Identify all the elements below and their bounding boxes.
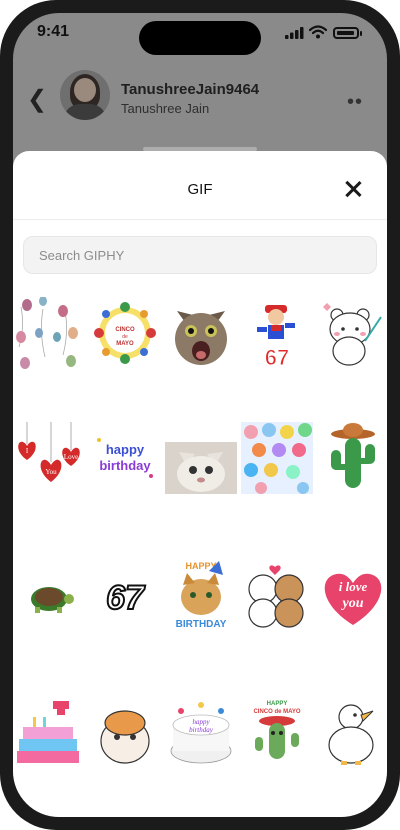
svg-text:you: you — [341, 596, 364, 611]
svg-text:HAPPY: HAPPY — [267, 701, 288, 707]
phone-frame: 9:41 ❮ TanushreeJain9464 Tanushree Jain … — [0, 0, 400, 830]
gif-cinco-de-mayo-wreath[interactable]: CINCO de MAYO — [89, 297, 161, 369]
divider — [13, 219, 387, 220]
gif-crying-cat[interactable] — [165, 422, 237, 494]
cellular-signal-icon — [285, 27, 304, 39]
status-bar: 9:41 — [13, 13, 387, 59]
gif-tortoise[interactable] — [13, 559, 85, 631]
gif-duck[interactable] — [317, 697, 387, 769]
gif-sheet: GIF Search GIPHY CINCO de MAYO 67 I You … — [13, 151, 387, 817]
gif-hugging-bears[interactable] — [241, 559, 313, 631]
svg-text:CINCO de MAYO: CINCO de MAYO — [253, 709, 300, 715]
svg-text:birthday: birthday — [99, 458, 151, 473]
gif-hanging-hearts[interactable]: I You Love — [13, 422, 85, 494]
gif-bear-with-wand[interactable] — [317, 297, 387, 369]
svg-text:MAYO: MAYO — [116, 341, 134, 347]
gif-pixel-cake[interactable] — [13, 697, 85, 769]
screen: 9:41 ❮ TanushreeJain9464 Tanushree Jain … — [13, 13, 387, 817]
svg-text:You: You — [45, 468, 57, 476]
dynamic-island — [139, 21, 261, 55]
gif-67-text[interactable]: 67 — [89, 559, 161, 631]
gif-birthday-cake[interactable]: happy birthday — [165, 697, 237, 769]
avatar[interactable] — [60, 70, 110, 120]
gif-colorful-balloons[interactable] — [241, 422, 313, 494]
battery-icon — [333, 27, 359, 39]
gif-happy-birthday-text[interactable]: happy birthday — [89, 422, 161, 494]
gif-screaming-cat[interactable] — [165, 297, 237, 369]
gif-birthday-cat[interactable]: HAPPY BIRTHDAY — [165, 559, 237, 631]
svg-text:BIRTHDAY: BIRTHDAY — [176, 619, 227, 630]
close-icon[interactable] — [343, 179, 363, 199]
search-input[interactable] — [23, 236, 377, 274]
svg-text:de: de — [122, 334, 128, 340]
svg-text:birthday: birthday — [189, 726, 214, 734]
battery-tip — [360, 31, 362, 36]
chat-header: ❮ TanushreeJain9464 Tanushree Jain •• — [13, 65, 387, 135]
gif-hamster[interactable] — [89, 697, 161, 769]
back-chevron-icon[interactable]: ❮ — [27, 85, 47, 114]
gif-cinco-de-mayo-cactus[interactable]: HAPPY CINCO de MAYO — [241, 697, 313, 769]
svg-text:Love: Love — [64, 453, 78, 461]
svg-text:happy: happy — [192, 718, 210, 726]
wifi-icon — [309, 25, 327, 39]
gif-i-love-you-heart[interactable]: i love you — [317, 559, 387, 631]
more-options-icon[interactable]: •• — [347, 91, 363, 114]
svg-text:67: 67 — [265, 345, 289, 369]
sheet-title: GIF — [187, 181, 213, 198]
gif-balloons[interactable] — [13, 296, 85, 369]
svg-text:happy: happy — [106, 442, 145, 457]
gif-mario-67[interactable]: 67 — [241, 297, 313, 371]
chat-display-name: Tanushree Jain — [121, 101, 210, 116]
gif-cactus-sombrero[interactable] — [317, 422, 387, 494]
svg-text:67: 67 — [106, 579, 146, 617]
svg-text:i love: i love — [339, 579, 368, 594]
svg-text:CINCO: CINCO — [115, 327, 135, 333]
chat-username[interactable]: TanushreeJain9464 — [121, 81, 259, 98]
status-time: 9:41 — [37, 23, 70, 40]
